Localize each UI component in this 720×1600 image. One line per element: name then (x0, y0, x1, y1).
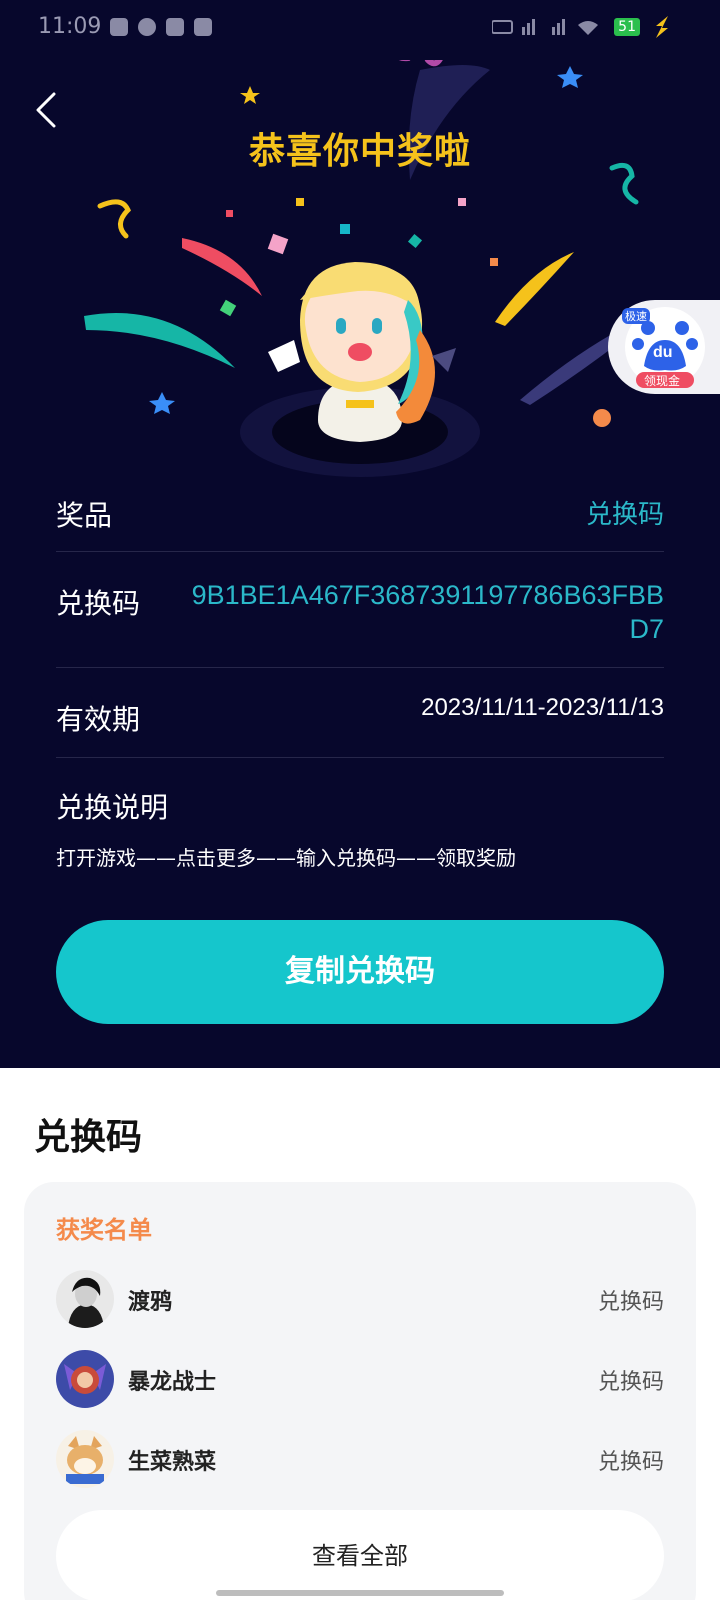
notification-icon (110, 18, 128, 36)
winner-name: 暴龙战士 (128, 1370, 217, 1395)
app-icon (166, 18, 184, 36)
wechat-icon (194, 18, 212, 36)
home-indicator[interactable] (216, 1590, 504, 1596)
avatar (56, 1430, 114, 1488)
code-label: 兑换码 (56, 587, 141, 620)
page-title: 恭喜你中奖啦 (248, 131, 471, 172)
user-avatar-icon (56, 1350, 114, 1408)
baidu-caption-text: 领现金 (644, 374, 681, 388)
winner-prize: 兑换码 (597, 1370, 664, 1395)
winners-title: 获奖名单 (56, 1216, 152, 1244)
user-avatar-icon (56, 1270, 114, 1328)
baidu-brand-text: du (653, 344, 673, 361)
winner-name: 生菜熟菜 (128, 1450, 217, 1475)
user-avatar-icon (56, 1430, 114, 1488)
code-row: 兑换码 9B1BE1A467F3687391197786B63FBBD7 (56, 552, 664, 668)
validity-label: 有效期 (56, 703, 141, 736)
prize-label: 奖品 (56, 499, 113, 532)
avatar (56, 1270, 114, 1328)
instructions-text: 打开游戏——点击更多——输入兑换码——领取奖励 (56, 846, 516, 870)
prize-value: 兑换码 (585, 500, 664, 530)
prize-row: 奖品 兑换码 (56, 480, 664, 552)
copy-code-button[interactable]: 复制兑换码 (56, 920, 664, 1024)
winner-row: 生菜熟菜 兑换码 (56, 1430, 664, 1488)
winner-prize: 兑换码 (597, 1450, 664, 1475)
signal-icon (492, 19, 599, 35)
avatar (56, 1350, 114, 1408)
winner-row: 渡鸦 兑换码 (56, 1270, 664, 1328)
winner-prize: 兑换码 (597, 1290, 664, 1315)
baidu-tag-text: 极速 (622, 308, 650, 324)
section-title: 兑换码 (34, 1117, 143, 1158)
winner-row: 暴龙战士 兑换码 (56, 1350, 664, 1408)
winners-card: 获奖名单 渡鸦 兑换码 暴龙战士 兑换码 生菜熟菜 兑换码 查看全部 (24, 1182, 696, 1600)
battery-indicator: 51 (614, 18, 640, 36)
status-bar: 11:09 51 (0, 0, 720, 60)
instructions-label: 兑换说明 (56, 791, 169, 824)
winner-name: 渡鸦 (128, 1290, 173, 1315)
prize-header-panel: 11:09 51 恭喜你中奖啦 du 领现金 极速 奖品 兑换码 兑换码 9B1… (0, 0, 720, 1068)
validity-row: 有效期 2023/11/11-2023/11/13 (56, 668, 664, 758)
view-all-button[interactable]: 查看全部 (56, 1510, 664, 1600)
message-icon (138, 18, 156, 36)
status-time: 11:09 (38, 14, 102, 39)
validity-value: 2023/11/11-2023/11/13 (421, 694, 664, 721)
status-right: 51 (492, 16, 672, 38)
baidu-floating-widget[interactable]: du 领现金 极速 (608, 300, 720, 394)
charging-icon (656, 16, 668, 38)
redeem-code-value[interactable]: 9B1BE1A467F3687391197786B63FBBD7 (174, 578, 664, 646)
